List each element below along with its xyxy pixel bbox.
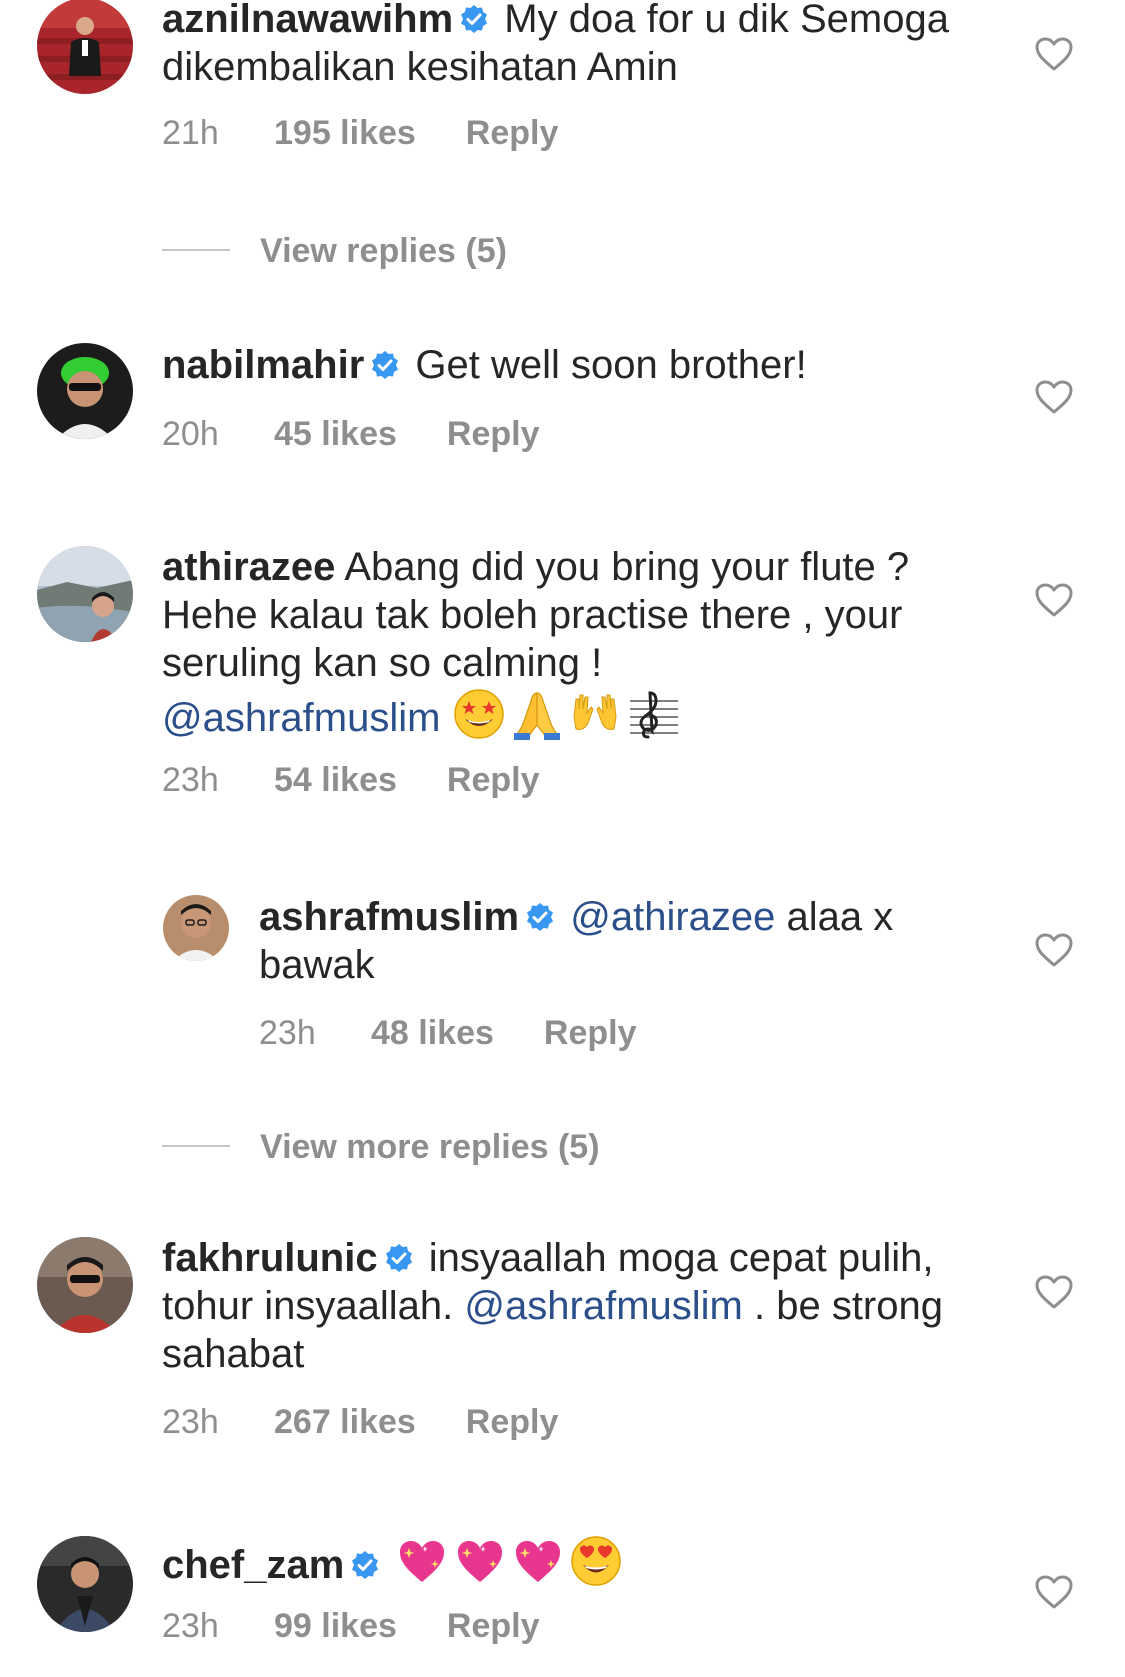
heart-eyes-emoji [569,1534,623,1588]
comment-text: fakhrulunic insyaallah moga cepat pulih,… [162,1234,962,1378]
like-heart-icon[interactable] [1034,36,1074,72]
verified-badge-icon [350,1550,380,1580]
sparkling-heart-emoji [395,1534,449,1588]
avatar[interactable] [37,343,133,439]
comment-meta: 23h 54 likes Reply [162,760,539,800]
comment-body: Get well soon brother! [415,343,807,387]
username[interactable]: nabilmahir [162,343,364,387]
comment-meta: 21h 195 likes Reply [162,113,558,153]
comment-text: ashrafmuslim @athirazee alaa x bawak [259,893,969,989]
reply-button[interactable]: Reply [544,1013,637,1053]
reply-button[interactable]: Reply [447,1606,540,1646]
folded-hands-emoji [510,687,564,741]
like-heart-icon[interactable] [1034,932,1074,968]
raising-hands-emoji [568,687,622,741]
avatar[interactable] [37,0,133,94]
username[interactable]: fakhrulunic [162,1236,378,1280]
comment-time: 21h [162,114,219,152]
like-heart-icon[interactable] [1034,1274,1074,1310]
likes-count[interactable]: 54 likes [274,760,397,800]
mention-link[interactable]: @ashrafmuslim [464,1284,742,1328]
reply-button[interactable]: Reply [447,414,540,454]
mention-link[interactable]: @ashrafmuslim [162,696,440,740]
username[interactable]: chef_zam [162,1543,344,1587]
comment-text: aznilnawawihm My doa for u dik Semoga di… [162,0,962,91]
comment-meta: 23h 267 likes Reply [162,1402,558,1442]
username[interactable]: aznilnawawihm [162,0,453,41]
like-heart-icon[interactable] [1034,379,1074,415]
comment-text: nabilmahir Get well soon brother! [162,341,962,389]
username[interactable]: athirazee [162,545,335,589]
like-heart-icon[interactable] [1034,582,1074,618]
reply-button[interactable]: Reply [466,1402,559,1442]
avatar[interactable] [37,1237,133,1333]
like-heart-icon[interactable] [1034,1574,1074,1610]
comment-meta: 20h 45 likes Reply [162,414,539,454]
username[interactable]: ashrafmuslim [259,895,519,939]
view-replies-label: View replies (5) [260,232,507,270]
verified-badge-icon [459,4,489,34]
comment-time: 20h [162,415,219,453]
likes-count[interactable]: 195 likes [274,113,416,153]
view-more-replies-button[interactable]: View more replies (5) [162,1127,600,1167]
comment-meta: 23h 48 likes Reply [259,1013,636,1053]
comment-time: 23h [162,761,219,799]
sparkling-heart-emoji [511,1534,565,1588]
divider-line [162,1145,230,1148]
verified-badge-icon [384,1243,414,1273]
likes-count[interactable]: 45 likes [274,414,397,454]
comment-time: 23h [259,1014,316,1052]
likes-count[interactable]: 48 likes [371,1013,494,1053]
avatar[interactable] [37,1536,133,1632]
verified-badge-icon [525,902,555,932]
comment-text: chef_zam [162,1534,962,1589]
avatar[interactable] [37,546,133,642]
avatar[interactable] [163,895,229,961]
comment-time: 23h [162,1607,219,1645]
sparkling-heart-emoji [453,1534,507,1588]
divider-line [162,249,230,252]
music-staff-emoji [626,687,680,741]
likes-count[interactable]: 267 likes [274,1402,416,1442]
reply-button[interactable]: Reply [447,760,540,800]
likes-count[interactable]: 99 likes [274,1606,397,1646]
comment-meta: 23h 99 likes Reply [162,1606,539,1646]
star-struck-emoji [452,687,506,741]
view-replies-button[interactable]: View replies (5) [162,231,507,271]
comment-time: 23h [162,1403,219,1441]
verified-badge-icon [370,350,400,380]
reply-button[interactable]: Reply [466,113,559,153]
mention-link[interactable]: @athirazee [570,895,775,939]
view-more-replies-label: View more replies (5) [260,1128,600,1166]
comment-text: athirazee Abang did you bring your flute… [162,543,962,742]
